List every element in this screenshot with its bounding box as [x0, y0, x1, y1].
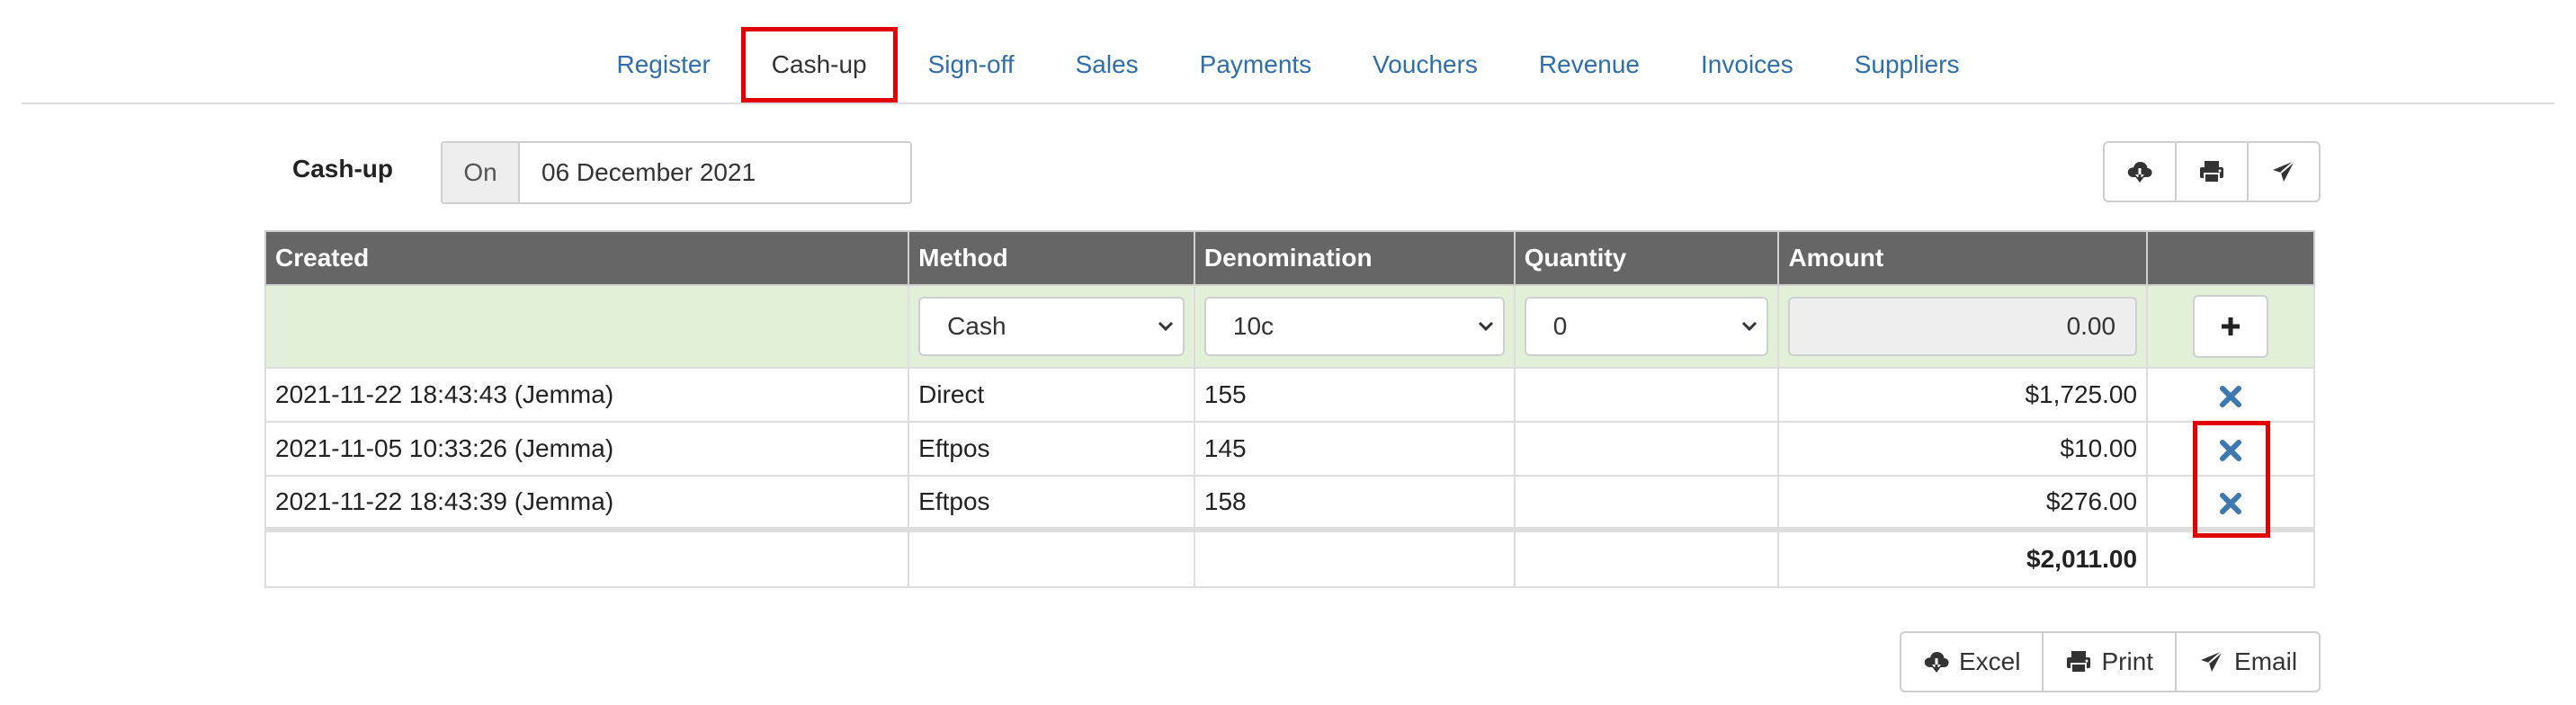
send-icon: [2273, 160, 2295, 182]
method-select-value: Cash: [947, 312, 1006, 340]
tab-register[interactable]: Register: [586, 27, 741, 103]
column-header-created: Created: [264, 230, 910, 286]
cell-quantity: [1513, 367, 1780, 423]
send-button[interactable]: [2249, 143, 2319, 201]
add-button[interactable]: [2193, 295, 2269, 358]
amount-field: 0.00: [1788, 297, 2138, 356]
cell-quantity: [1513, 475, 1780, 531]
delete-icon[interactable]: [2219, 385, 2242, 408]
chevron-down-icon: [1742, 321, 1758, 332]
cell-amount: $10.00: [1777, 421, 2149, 477]
tab-sales[interactable]: Sales: [1045, 27, 1169, 103]
column-header-method: Method: [908, 230, 1195, 286]
email-button[interactable]: Email: [2177, 633, 2319, 691]
table-row: 2021-11-05 10:33:26 (Jemma) Eftpos 145 $…: [264, 421, 2315, 477]
print-button[interactable]: [2177, 143, 2249, 201]
chevron-down-icon: [1158, 321, 1173, 332]
date-prefix: On: [443, 143, 520, 202]
entry-row: Cash 10c 0 0.00: [264, 284, 2315, 369]
toolbar-icon-group: [2103, 141, 2321, 202]
total-amount: $2,011.00: [1777, 527, 2149, 588]
column-header-quantity: Quantity: [1513, 230, 1780, 286]
date-picker: On: [441, 141, 912, 204]
total-row: $2,011.00: [264, 527, 2315, 588]
email-label: Email: [2234, 647, 2298, 675]
tab-sign-off[interactable]: Sign-off: [898, 27, 1045, 103]
tab-revenue[interactable]: Revenue: [1508, 27, 1670, 103]
tab-cash-up[interactable]: Cash-up: [740, 27, 898, 103]
export-button-group: Excel Print Email: [1900, 631, 2321, 692]
column-header-amount: Amount: [1777, 230, 2149, 286]
print-icon: [2067, 651, 2091, 674]
cell-quantity: [1513, 421, 1780, 477]
cell-created: 2021-11-05 10:33:26 (Jemma): [264, 421, 910, 477]
denomination-select[interactable]: 10c: [1203, 297, 1505, 356]
download-button[interactable]: [2105, 143, 2177, 201]
cell-method: Eftpos: [908, 475, 1195, 531]
method-select[interactable]: Cash: [918, 297, 1185, 356]
tab-invoices[interactable]: Invoices: [1670, 27, 1824, 103]
page-title: Cash-up: [292, 155, 393, 183]
print-label: Print: [2101, 647, 2154, 675]
delete-icon[interactable]: [2219, 492, 2242, 515]
date-input[interactable]: [520, 143, 910, 202]
column-header-denomination: Denomination: [1193, 230, 1516, 286]
chevron-down-icon: [1478, 321, 1493, 332]
print-icon: [2200, 161, 2223, 183]
plus-icon: [2222, 317, 2241, 335]
cloud-download-icon: [1924, 652, 1949, 673]
tab-suppliers[interactable]: Suppliers: [1824, 27, 1990, 103]
tab-vouchers[interactable]: Vouchers: [1342, 27, 1508, 103]
table-row: 2021-11-22 18:43:39 (Jemma) Eftpos 158 $…: [264, 475, 2315, 531]
cash-up-table: Created Method Denomination Quantity Amo…: [264, 230, 2315, 588]
tab-payments[interactable]: Payments: [1169, 27, 1343, 103]
send-icon: [2201, 650, 2223, 672]
cloud-download-icon: [2127, 162, 2152, 183]
denomination-select-value: 10c: [1232, 312, 1275, 340]
cell-amount: $1,725.00: [1777, 367, 2149, 423]
table-row: 2021-11-22 18:43:43 (Jemma) Direct 155 $…: [264, 367, 2315, 423]
cell-created: 2021-11-22 18:43:43 (Jemma): [264, 367, 910, 423]
cell-amount: $276.00: [1777, 475, 2149, 531]
excel-button[interactable]: Excel: [1901, 633, 2044, 691]
cell-created: 2021-11-22 18:43:39 (Jemma): [264, 475, 910, 531]
nav-tabs: Register Cash-up Sign-off Sales Payments…: [22, 27, 2554, 103]
table-header: Created Method Denomination Quantity Amo…: [264, 230, 2315, 286]
quantity-select-value: 0: [1552, 312, 1568, 340]
delete-icon[interactable]: [2219, 439, 2242, 462]
cell-denomination: 155: [1193, 367, 1516, 423]
cell-denomination: 158: [1193, 475, 1516, 531]
excel-label: Excel: [1959, 647, 2021, 675]
column-header-actions: [2146, 230, 2315, 286]
print-export-button[interactable]: Print: [2044, 633, 2178, 691]
cell-method: Eftpos: [908, 421, 1195, 477]
top-nav: Register Cash-up Sign-off Sales Payments…: [22, 0, 2554, 104]
cell-denomination: 145: [1193, 421, 1516, 477]
quantity-select[interactable]: 0: [1524, 297, 1769, 356]
cell-method: Direct: [908, 367, 1195, 423]
